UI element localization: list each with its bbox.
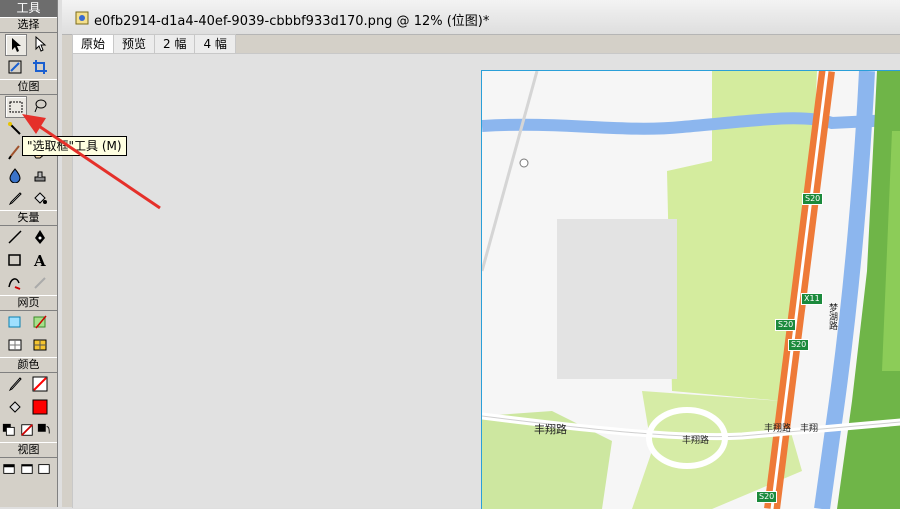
show-slices-icon	[33, 339, 47, 351]
rectangle-tool[interactable]	[5, 250, 25, 270]
screen-mode-standard-icon	[3, 464, 15, 474]
route-shield-5: S20	[756, 491, 778, 503]
section-select-label: 选择	[0, 17, 57, 33]
knife-tool[interactable]	[30, 273, 50, 293]
lasso-tool[interactable]	[30, 96, 50, 116]
blur-tool[interactable]	[5, 165, 25, 185]
water-drop-icon	[9, 168, 21, 183]
stroke-color-swatch[interactable]	[30, 374, 50, 394]
road-label-2: 丰翔路	[682, 436, 710, 446]
fill-color-swatch[interactable]	[30, 397, 50, 417]
fill-swatch-icon	[32, 399, 48, 415]
line-tool[interactable]	[5, 227, 25, 247]
fill-bucket-icon	[9, 401, 21, 413]
pointer-arrow-icon	[12, 38, 21, 52]
route-shield-2: X11	[801, 293, 823, 305]
tools-panel: 工具 选择 位图 矢量 A 网页 颜色 视图	[0, 0, 58, 507]
no-color-icon	[21, 424, 33, 436]
marquee-icon	[9, 101, 23, 113]
traffic-light-icon	[519, 158, 529, 168]
section-vector-label: 矢量	[0, 210, 57, 226]
show-slices-tool[interactable]	[30, 335, 50, 355]
tab-preview[interactable]: 预览	[113, 34, 156, 53]
scale-tool[interactable]	[5, 57, 25, 77]
road-label-1: 丰翔路	[534, 423, 567, 436]
lasso-icon	[34, 99, 47, 113]
subselect-arrow-icon	[35, 36, 47, 52]
subselect-tool[interactable]	[30, 34, 50, 54]
knife-icon	[34, 277, 46, 289]
document-title: e0fb2914-d1a4-40ef-9039-cbbbf933d170.png…	[94, 14, 490, 29]
section-web-label: 网页	[0, 295, 57, 311]
freeform-tool[interactable]	[5, 273, 25, 293]
view-tabs: 原始 预览 2 幅 4 幅	[72, 34, 236, 53]
pencil-icon	[8, 377, 22, 392]
eyedropper-icon	[8, 192, 22, 206]
no-color-button[interactable]	[20, 420, 34, 440]
document-window: e0fb2914-d1a4-40ef-9039-cbbbf933d170.png…	[62, 0, 900, 509]
eyedropper-tool[interactable]	[5, 188, 25, 208]
road-label-3: 丰翔路	[764, 424, 792, 434]
rubber-stamp-tool[interactable]	[30, 165, 50, 185]
magic-wand-icon	[8, 122, 21, 135]
default-colors-button[interactable]	[2, 420, 16, 440]
default-colors-icon	[2, 423, 15, 436]
swap-colors-button[interactable]	[37, 420, 51, 440]
brush-icon	[8, 145, 20, 160]
rectangle-icon	[8, 254, 21, 266]
paint-bucket-tool[interactable]	[30, 188, 50, 208]
section-view-label: 视图	[0, 442, 57, 458]
road-label-4: 丰翔	[800, 424, 819, 434]
freeform-icon	[8, 278, 21, 290]
section-colors-label: 颜色	[0, 357, 57, 373]
crop-icon	[33, 60, 47, 74]
pen-nib-icon	[35, 230, 45, 244]
fullscreen-menu-mode[interactable]	[20, 459, 34, 479]
tab-original[interactable]: 原始	[72, 34, 115, 53]
section-bitmap-label: 位图	[0, 79, 57, 95]
document-titlebar: e0fb2914-d1a4-40ef-9039-cbbbf933d170.png…	[62, 0, 900, 35]
tab-2-up[interactable]: 2 幅	[154, 34, 196, 53]
screen-mode-menu-icon	[21, 464, 33, 474]
tools-panel-title: 工具	[0, 0, 57, 17]
document-file-icon	[75, 11, 89, 25]
hide-slices-icon	[8, 339, 22, 351]
fullscreen-mode[interactable]	[37, 459, 51, 479]
slice-icon	[33, 315, 47, 329]
road-label-5: 梦湖路	[827, 303, 837, 330]
slice-tool[interactable]	[30, 312, 50, 332]
hotspot-tool[interactable]	[5, 312, 25, 332]
route-shield-4: S20	[788, 339, 810, 351]
route-shield-1: S20	[802, 193, 824, 205]
marquee-tool[interactable]	[5, 96, 27, 118]
fill-color-bucket[interactable]	[5, 397, 25, 417]
tab-4-up[interactable]: 4 幅	[194, 34, 236, 53]
swap-colors-icon	[37, 423, 50, 434]
pen-tool[interactable]	[30, 227, 50, 247]
screen-mode-full-icon	[38, 464, 50, 474]
map-image: 丰翔路 丰翔路 丰翔路 丰翔 梦湖路 S20 X11 S20 S20 S20	[481, 70, 900, 509]
stroke-color-pencil[interactable]	[5, 374, 25, 394]
standard-screen-mode[interactable]	[2, 459, 16, 479]
rubber-stamp-icon	[34, 171, 46, 182]
gray-block	[557, 219, 677, 379]
hotspot-icon	[8, 316, 21, 328]
route-shield-3: S20	[775, 319, 797, 331]
svg-text:A: A	[33, 252, 46, 268]
paint-bucket-icon	[34, 192, 47, 204]
hide-slices-tool[interactable]	[5, 335, 25, 355]
canvas-area[interactable]: 丰翔路 丰翔路 丰翔路 丰翔 梦湖路 S20 X11 S20 S20 S20	[72, 53, 900, 509]
stroke-swatch-icon	[32, 376, 48, 392]
marquee-tooltip: "选取框"工具 (M)	[22, 136, 127, 156]
crop-tool[interactable]	[30, 57, 50, 77]
line-icon	[8, 230, 22, 244]
pointer-tool[interactable]	[5, 34, 27, 56]
text-tool[interactable]: A	[30, 250, 50, 270]
text-a-icon: A	[33, 252, 46, 268]
scale-icon	[8, 60, 22, 74]
